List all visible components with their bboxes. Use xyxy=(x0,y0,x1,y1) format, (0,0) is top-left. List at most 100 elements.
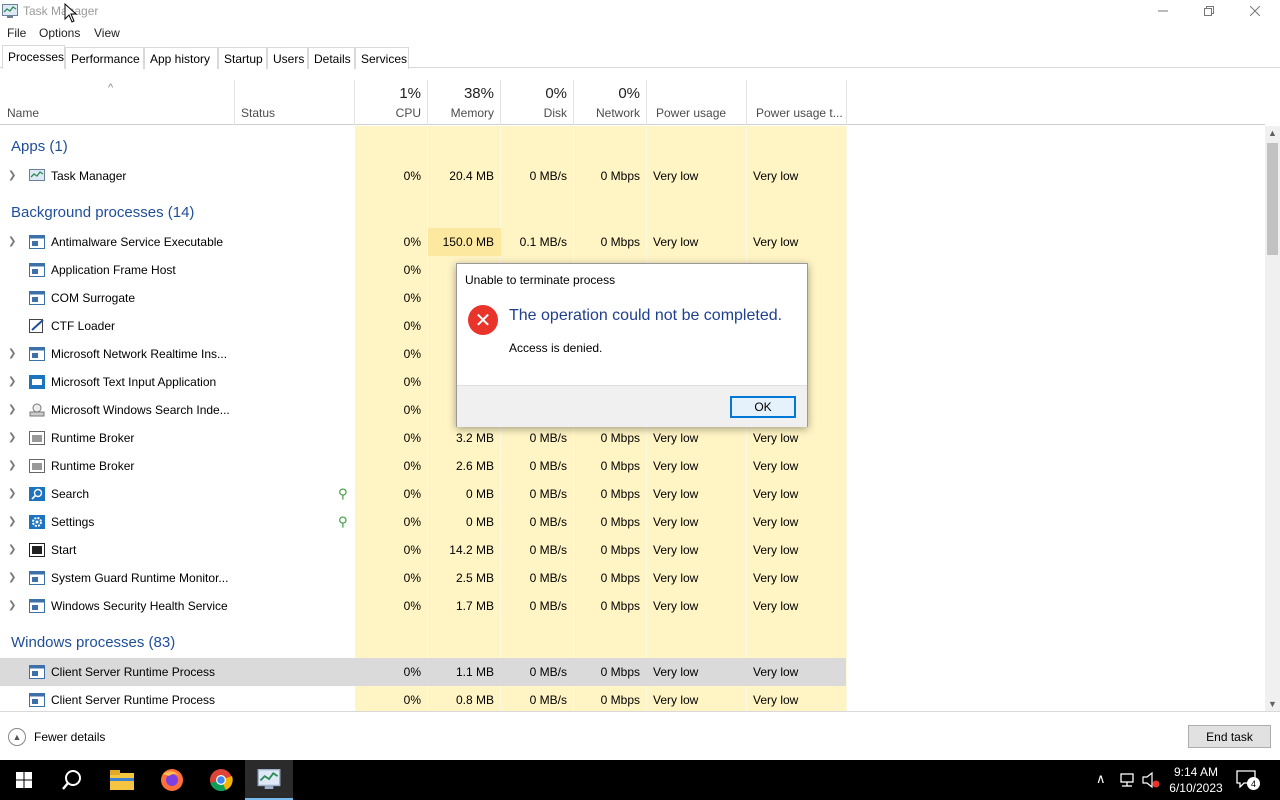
power-trend-value: Very low xyxy=(753,665,799,679)
menu-file[interactable]: File xyxy=(7,26,26,40)
table-row[interactable]: ❯ Windows Security Health Service 0% 1.7… xyxy=(0,592,846,620)
tab-performance[interactable]: Performance xyxy=(65,47,144,69)
power-value: Very low xyxy=(653,515,699,529)
network-icon[interactable] xyxy=(1118,772,1136,788)
chevron-right-icon[interactable]: ❯ xyxy=(8,460,16,471)
table-row[interactable]: ❯ Task Manager 0% 20.4 MB 0 MB/s 0 Mbps … xyxy=(0,162,846,190)
table-row[interactable]: ❯ Runtime Broker 0% 3.2 MB 0 MB/s 0 Mbps… xyxy=(0,424,846,452)
table-row[interactable]: ❯ System Guard Runtime Monitor... 0% 2.5… xyxy=(0,564,846,592)
network-value: 0 Mbps xyxy=(600,693,640,707)
table-row[interactable]: ❯ Start 0% 14.2 MB 0 MB/s 0 Mbps Very lo… xyxy=(0,536,846,564)
memory-value: 14.2 MB xyxy=(449,543,494,557)
tab-users[interactable]: Users xyxy=(267,47,308,69)
power-value: Very low xyxy=(653,487,699,501)
restore-button[interactable] xyxy=(1186,0,1232,22)
column-disk[interactable]: 0% Disk xyxy=(501,80,574,125)
chevron-right-icon[interactable]: ❯ xyxy=(8,432,16,443)
minimize-button[interactable] xyxy=(1140,0,1186,22)
tab-app-history[interactable]: App history xyxy=(144,47,218,69)
cpu-value: 0% xyxy=(403,403,421,417)
end-task-button[interactable]: End task xyxy=(1188,725,1271,748)
network-value: 0 Mbps xyxy=(600,169,640,183)
process-name: Runtime Broker xyxy=(51,459,135,473)
menu-options[interactable]: Options xyxy=(39,26,80,40)
memory-value: 0.8 MB xyxy=(455,693,494,707)
cpu-value: 0% xyxy=(403,693,421,707)
power-value: Very low xyxy=(653,235,699,249)
memory-value: 2.5 MB xyxy=(455,571,494,585)
taskbar-chrome[interactable] xyxy=(197,760,245,800)
window-title: Task Manager xyxy=(23,4,99,18)
scroll-thumb[interactable] xyxy=(1267,143,1278,255)
network-value: 0 Mbps xyxy=(600,515,640,529)
table-row[interactable]: ❯ Search ⚲ 0% 0 MB 0 MB/s 0 Mbps Very lo… xyxy=(0,480,846,508)
taskbar-firefox[interactable] xyxy=(148,760,196,800)
firefox-icon xyxy=(161,769,183,791)
column-network[interactable]: 0% Network xyxy=(574,80,647,125)
fewer-details-button[interactable]: ▲ Fewer details xyxy=(8,728,105,746)
scroll-up-icon[interactable]: ▲ xyxy=(1268,128,1277,138)
power-trend-value: Very low xyxy=(753,693,799,707)
notification-badge: 4 xyxy=(1247,777,1260,790)
chevron-right-icon[interactable]: ❯ xyxy=(8,170,16,181)
chevron-right-icon[interactable]: ❯ xyxy=(8,600,16,611)
show-hidden-icons-icon[interactable]: ∧ xyxy=(1096,771,1106,787)
column-status[interactable]: Status xyxy=(235,80,355,125)
taskbar-task-manager[interactable] xyxy=(245,760,293,800)
column-power-usage-trend[interactable]: Power usage t... xyxy=(747,80,847,125)
power-trend-value: Very low xyxy=(753,487,799,501)
chevron-right-icon[interactable]: ❯ xyxy=(8,348,16,359)
disk-value: 0 MB/s xyxy=(529,693,567,707)
memory-value: 0 MB xyxy=(465,515,494,529)
disk-value: 0 MB/s xyxy=(529,515,567,529)
chevron-right-icon[interactable]: ❯ xyxy=(8,572,16,583)
clock-time: 9:14 AM xyxy=(1173,765,1219,779)
task-manager-icon xyxy=(2,4,18,18)
taskbar-search-button[interactable] xyxy=(48,760,96,800)
error-icon: ✕ xyxy=(468,305,498,335)
table-row[interactable]: ❯ Runtime Broker 0% 2.6 MB 0 MB/s 0 Mbps… xyxy=(0,452,846,480)
vertical-scrollbar[interactable]: ▲ ▼ xyxy=(1265,126,1280,711)
cpu-value: 0% xyxy=(403,431,421,445)
ok-button[interactable]: OK xyxy=(730,396,796,418)
start-button[interactable] xyxy=(0,760,48,800)
column-name[interactable]: ^ Name xyxy=(0,80,235,125)
chevron-right-icon[interactable]: ❯ xyxy=(8,544,16,555)
table-row[interactable]: Client Server Runtime Process 0% 0.8 MB … xyxy=(0,686,846,711)
notification-center-button[interactable]: 4 xyxy=(1236,770,1262,792)
minimize-icon xyxy=(1158,10,1168,12)
chevron-right-icon[interactable]: ❯ xyxy=(8,516,16,527)
chevron-right-icon[interactable]: ❯ xyxy=(8,488,16,499)
chevron-right-icon[interactable]: ❯ xyxy=(8,236,16,247)
scroll-down-icon[interactable]: ▼ xyxy=(1268,699,1277,709)
process-name: System Guard Runtime Monitor... xyxy=(51,571,229,585)
service-icon xyxy=(29,263,45,277)
memory-value: 1.1 MB xyxy=(455,665,494,679)
task-manager-icon xyxy=(257,769,281,789)
tab-services[interactable]: Services xyxy=(355,47,409,69)
table-row[interactable]: Client Server Runtime Process 0% 1.1 MB … xyxy=(0,658,846,686)
tab-details[interactable]: Details xyxy=(308,47,355,69)
power-value: Very low xyxy=(653,543,699,557)
network-value: 0 Mbps xyxy=(600,235,640,249)
volume-muted-icon[interactable] xyxy=(1142,772,1160,788)
tab-processes[interactable]: Processes xyxy=(2,45,65,69)
column-power-usage[interactable]: Power usage xyxy=(647,80,747,125)
process-name: COM Surrogate xyxy=(51,291,136,305)
chevron-right-icon[interactable]: ❯ xyxy=(8,376,16,387)
mouse-cursor-icon xyxy=(64,3,78,23)
disk-value: 0 MB/s xyxy=(529,571,567,585)
taskbar-file-explorer[interactable] xyxy=(98,760,146,800)
tab-startup[interactable]: Startup xyxy=(218,47,267,69)
gear-icon xyxy=(29,515,45,529)
disk-value: 0 MB/s xyxy=(529,487,567,501)
table-row[interactable]: ❯ Antimalware Service Executable 0% 150.… xyxy=(0,228,846,256)
clock[interactable]: 9:14 AM 6/10/2023 xyxy=(1166,764,1226,796)
menu-view[interactable]: View xyxy=(94,26,120,40)
column-memory[interactable]: 38% Memory xyxy=(428,80,501,125)
close-button[interactable] xyxy=(1232,0,1278,22)
search-icon xyxy=(29,487,45,501)
column-cpu[interactable]: 1% CPU xyxy=(355,80,428,125)
table-row[interactable]: ❯ Settings ⚲ 0% 0 MB 0 MB/s 0 Mbps Very … xyxy=(0,508,846,536)
chevron-right-icon[interactable]: ❯ xyxy=(8,404,16,415)
